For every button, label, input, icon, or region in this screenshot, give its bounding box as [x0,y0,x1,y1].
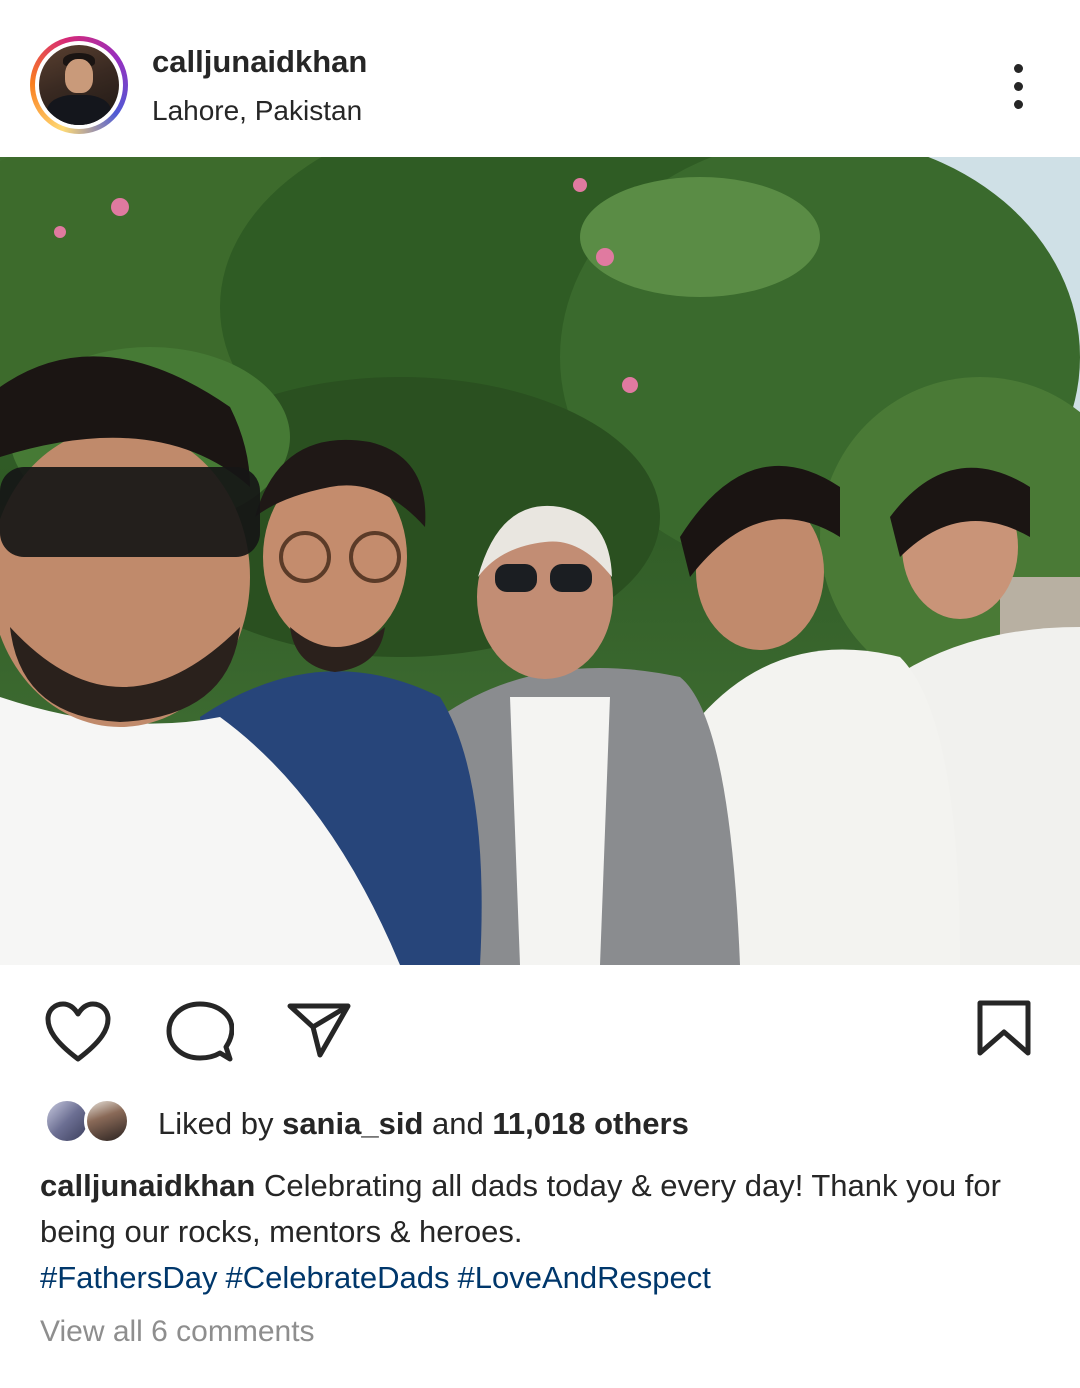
post-header: calljunaidkhan Lahore, Pakistan [0,0,1080,157]
comment-bubble-icon[interactable] [166,1001,234,1065]
avatar-image [39,45,119,125]
likes-text[interactable]: Liked by sania_sid and 11,018 others [158,1106,689,1142]
post-photo[interactable] [0,157,1080,965]
post-actions [0,965,1080,1085]
hashtag-link[interactable]: #FathersDay [40,1260,217,1295]
likes-count[interactable]: 11,018 others [492,1106,688,1141]
post-caption: calljunaidkhan Celebrating all dads toda… [40,1163,1050,1255]
hashtag-link[interactable]: #LoveAndRespect [458,1260,711,1295]
view-all-comments-link[interactable]: View all 6 comments [40,1315,315,1349]
caption-username[interactable]: calljunaidkhan [40,1168,255,1203]
hashtag-link[interactable]: #CelebrateDads [225,1260,449,1295]
post-username[interactable]: calljunaidkhan [152,44,367,80]
more-vertical-icon[interactable] [998,58,1040,116]
likes-summary: Liked by sania_sid and 11,018 others [40,1092,1040,1156]
liker-avatar[interactable] [84,1098,130,1144]
liker-username[interactable]: sania_sid [282,1106,423,1141]
heart-icon[interactable] [44,1001,112,1063]
profile-avatar[interactable] [30,36,128,134]
paper-plane-icon[interactable] [286,1001,352,1059]
post-location[interactable]: Lahore, Pakistan [152,95,362,127]
bookmark-icon[interactable] [976,999,1032,1057]
caption-hashtags: #FathersDay #CelebrateDads #LoveAndRespect [40,1255,719,1301]
